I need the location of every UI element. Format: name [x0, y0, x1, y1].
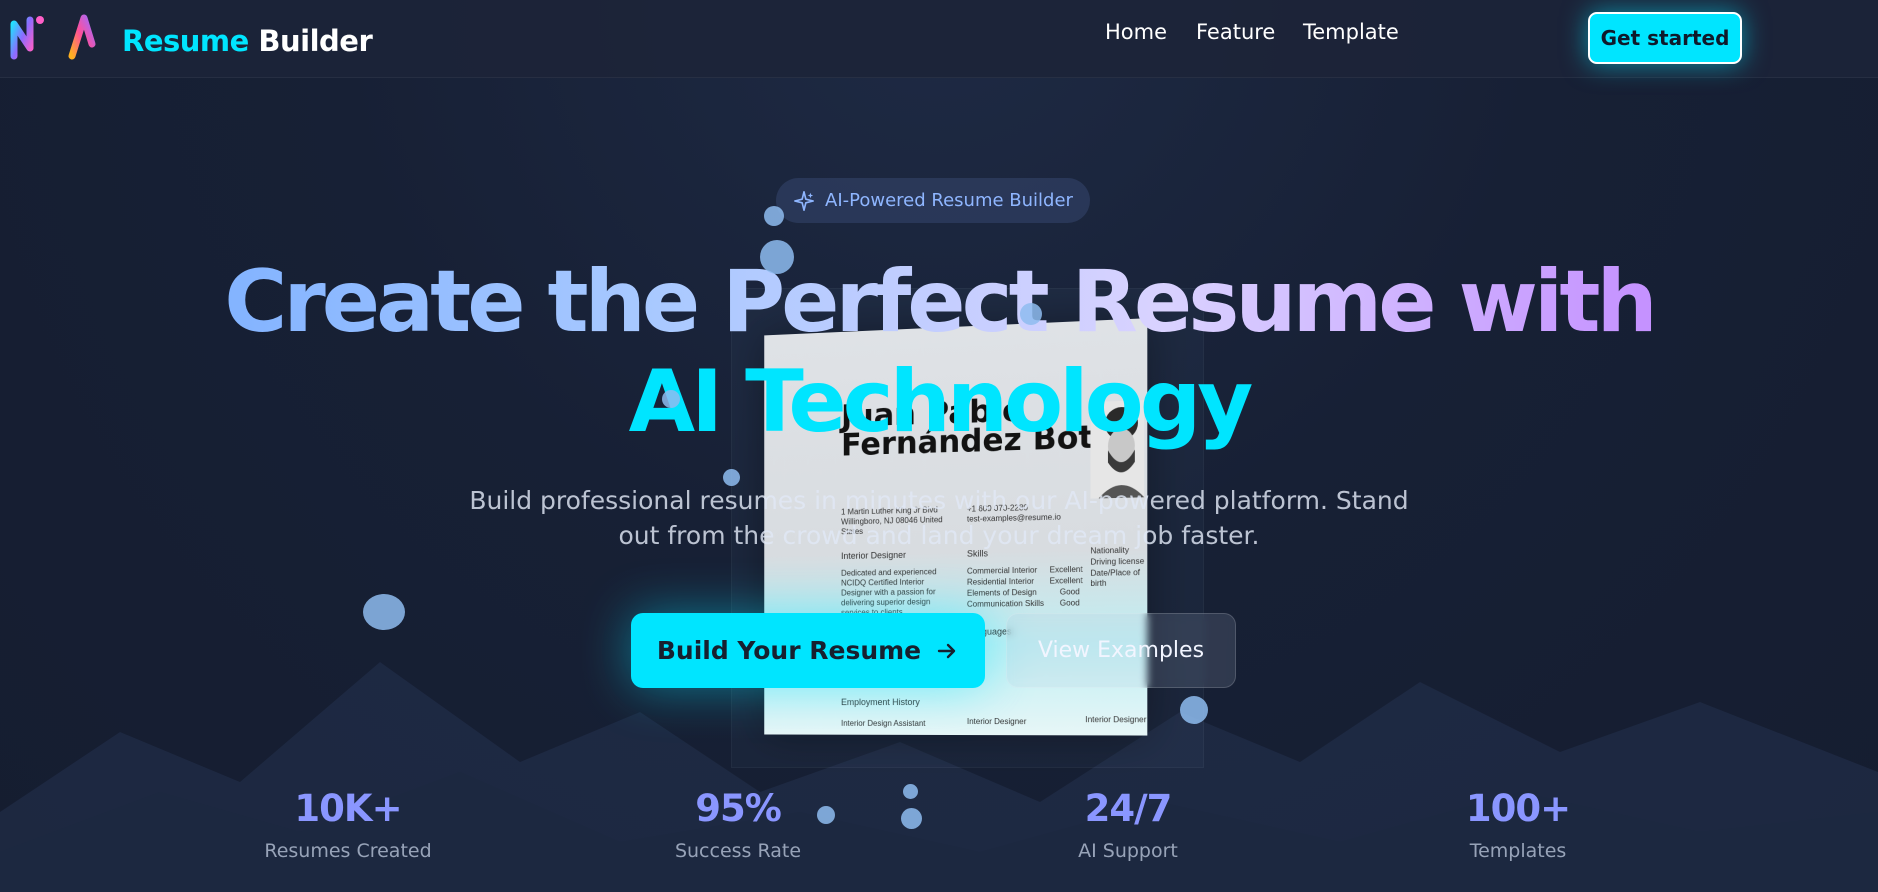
hero-title-line2: AI Technology	[628, 352, 1254, 452]
skill-level: Excellent	[1049, 575, 1083, 586]
employment-item: Interior Designer	[966, 717, 1027, 727]
stat-label: AI Support	[1078, 840, 1178, 862]
arrow-right-icon	[937, 643, 956, 658]
brand-name[interactable]: Resume Builder	[122, 24, 373, 58]
decorative-bubble	[662, 390, 680, 408]
skill-name: Communication Skills	[966, 598, 1044, 609]
ai-badge: AI-Powered Resume Builder	[776, 178, 1090, 223]
decorative-bubble	[901, 808, 922, 829]
hero-title-line1: Create the Perfect Resume with	[0, 252, 1878, 352]
decorative-bubble	[363, 594, 405, 630]
decorative-bubble	[1020, 303, 1042, 325]
nav-feature[interactable]: Feature	[1196, 20, 1275, 44]
resume-detail: Date/Place of birth	[1090, 567, 1141, 589]
stat-value: 95%	[695, 787, 782, 830]
skill-name: Residential Interior	[966, 576, 1035, 587]
skill-level: Good	[1059, 587, 1080, 597]
stat-ai-support: 24/7 AI Support	[978, 787, 1278, 862]
stat-templates: 100+ Templates	[1368, 787, 1668, 862]
stat-value: 100+	[1465, 787, 1571, 830]
logo-icon[interactable]	[8, 8, 48, 64]
decorative-bubble	[760, 240, 794, 274]
decorative-bubble	[723, 469, 740, 486]
hero-subtitle: Build professional resumes in minutes wi…	[469, 486, 1409, 550]
skill-name: Elements of Design	[966, 587, 1037, 598]
sparkle-icon	[794, 190, 815, 211]
build-resume-label: Build Your Resume	[656, 636, 922, 665]
ai-badge-label: AI-Powered Resume Builder	[825, 190, 1073, 211]
stat-value: 10K+	[294, 787, 402, 830]
skill-level: Good	[1059, 598, 1080, 608]
skill-level: Excellent	[1049, 564, 1083, 575]
stat-resumes-created: 10K+ Resumes Created	[198, 787, 498, 862]
top-navigation-bar: Resume Builder Home Feature Template Get…	[0, 0, 1878, 78]
skill-name: Commercial Interior	[966, 565, 1038, 576]
resume-employment-heading: Employment History	[841, 697, 920, 708]
brand-name-part1: Resume	[122, 24, 249, 58]
build-resume-button[interactable]: Build Your Resume	[631, 613, 985, 688]
resume-summary: Dedicated and experienced NCIDQ Certifie…	[841, 567, 937, 617]
view-examples-button[interactable]: View Examples	[1006, 613, 1236, 688]
brand-name-part2: Builder	[258, 24, 373, 58]
decorative-bubble	[764, 206, 784, 226]
employment-item: Interior Designer	[1085, 715, 1147, 725]
get-started-button[interactable]: Get started	[1588, 12, 1742, 64]
logo-ai-icon	[68, 14, 104, 60]
nav-home[interactable]: Home	[1105, 20, 1167, 44]
nav-template[interactable]: Template	[1303, 20, 1399, 44]
stat-success-rate: 95% Success Rate	[588, 787, 888, 862]
resume-detail: Driving license	[1090, 556, 1145, 567]
stat-label: Success Rate	[674, 840, 802, 862]
stat-label: Resumes Created	[264, 840, 432, 862]
stat-value: 24/7	[1084, 787, 1173, 830]
decorative-bubble	[903, 784, 918, 799]
stat-label: Templates	[1469, 840, 1567, 862]
employment-item: Interior Design Assistant	[841, 718, 926, 728]
decorative-bubble	[1180, 696, 1208, 724]
